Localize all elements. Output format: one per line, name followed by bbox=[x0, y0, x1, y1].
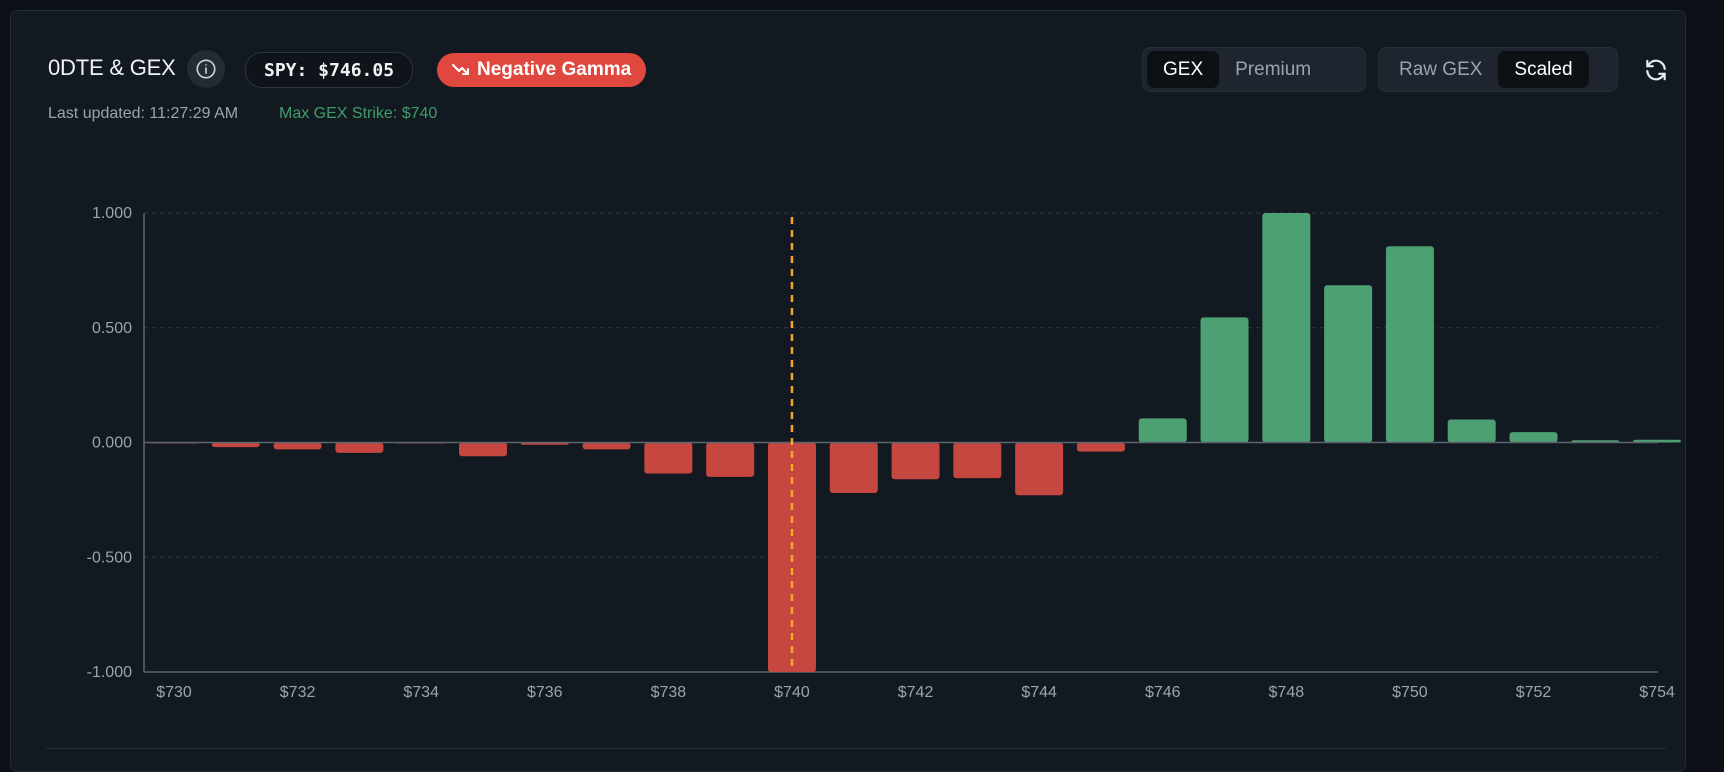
panel-divider bbox=[46, 748, 1666, 749]
last-updated: Last updated: 11:27:29 AM bbox=[48, 105, 239, 122]
toggle-scaled[interactable]: Scaled bbox=[1498, 51, 1589, 88]
negative-gamma-badge: Negative Gamma bbox=[437, 53, 647, 87]
scale-toggle: Raw GEX Scaled bbox=[1378, 47, 1618, 92]
toggle-gex[interactable]: GEX bbox=[1147, 51, 1220, 88]
max-gex-strike: Max GEX Strike: $740 bbox=[279, 105, 438, 122]
gamma-badge-label: Negative Gamma bbox=[477, 59, 632, 80]
gex-panel bbox=[10, 10, 1686, 772]
mode-toggle: GEX Premium bbox=[1142, 47, 1366, 92]
info-icon bbox=[196, 59, 216, 79]
toggle-raw-gex[interactable]: Raw GEX bbox=[1383, 51, 1498, 88]
trending-down-icon bbox=[452, 64, 469, 75]
panel-title: 0DTE & GEX bbox=[48, 55, 176, 80]
price-pill: SPY: $746.05 bbox=[245, 52, 414, 88]
toggle-premium[interactable]: Premium bbox=[1219, 51, 1327, 88]
refresh-icon bbox=[1646, 59, 1666, 81]
info-button[interactable] bbox=[187, 50, 225, 88]
refresh-button[interactable] bbox=[1636, 50, 1676, 90]
